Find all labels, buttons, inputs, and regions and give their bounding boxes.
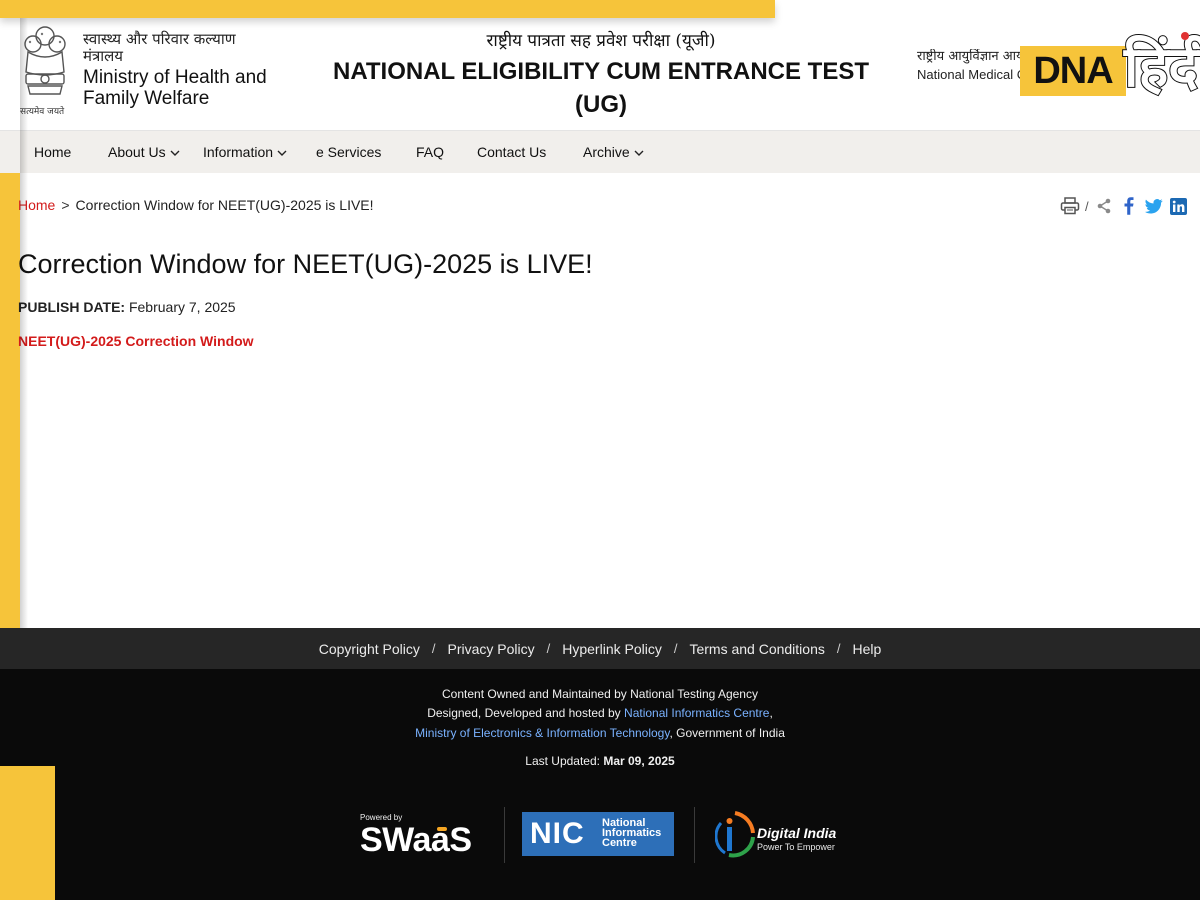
site-footer: Content Owned and Maintained by National… xyxy=(0,669,1200,900)
chevron-down-icon xyxy=(634,150,644,157)
nav-item-e-services[interactable]: e Services xyxy=(316,131,381,173)
frame-left-shadow xyxy=(20,18,28,628)
last-updated-value: Mar 09, 2025 xyxy=(603,754,675,768)
footer-link-help[interactable]: Help xyxy=(853,641,882,657)
share-icon[interactable] xyxy=(1094,196,1114,216)
digital-india-icon xyxy=(715,811,755,858)
footer-link-separator: / xyxy=(546,641,551,656)
breadcrumb-separator: > xyxy=(61,197,70,213)
ministry-name-english: Ministry of Health and Family Welfare xyxy=(83,67,267,109)
footer-link-separator: / xyxy=(836,641,841,656)
nmc-name-english: National Medical Commission xyxy=(917,67,1027,82)
frame-bottom-strip xyxy=(0,766,55,900)
digital-india-logo[interactable]: Digital India Power To Empower xyxy=(715,811,840,859)
swaas-name: SWaaS xyxy=(360,821,472,859)
footer-link-copyright-policy[interactable]: Copyright Policy xyxy=(319,641,420,657)
logo-divider xyxy=(694,807,695,863)
nav-label: About Us xyxy=(108,144,166,160)
nav-label: e Services xyxy=(316,144,382,160)
dna-box: DNA xyxy=(1020,46,1126,96)
digital-india-tagline: Power To Empower xyxy=(757,842,835,852)
nav-item-home[interactable]: Home xyxy=(34,131,71,173)
footer-link-hyperlink-policy[interactable]: Hyperlink Policy xyxy=(562,641,662,657)
share-toolbar: / xyxy=(1060,195,1189,217)
footer-ministry-line: Ministry of Electronics & Information Te… xyxy=(0,726,1200,740)
print-icon[interactable] xyxy=(1060,196,1080,216)
footer-link-terms-and-conditions[interactable]: Terms and Conditions xyxy=(689,641,824,657)
nav-item-archive[interactable]: Archive xyxy=(583,131,644,173)
nav-item-contact-us[interactable]: Contact Us xyxy=(477,131,546,173)
footer-government: , Government of India xyxy=(669,726,785,740)
nic-letters: NIC xyxy=(530,817,585,850)
footer-links: Copyright Policy / Privacy Policy / Hype… xyxy=(319,628,882,669)
twitter-icon[interactable] xyxy=(1144,196,1164,216)
publish-date-label: PUBLISH DATE: xyxy=(18,299,126,315)
share-separator: / xyxy=(1085,198,1089,214)
digital-india-name: Digital India xyxy=(757,825,837,841)
nav-label: Archive xyxy=(583,144,630,160)
last-updated-label: Last Updated: xyxy=(525,754,600,768)
frame-top-strip xyxy=(0,0,775,18)
nic-logo[interactable]: NIC National Informatics Centre xyxy=(522,812,674,856)
swaas-logo[interactable]: Powered by SWaaS xyxy=(360,813,485,861)
exam-title-english: NATIONAL ELIGIBILITY CUM ENTRANCE TEST (… xyxy=(332,58,869,118)
footer-link-separator: / xyxy=(673,641,678,656)
footer-meity-link[interactable]: Ministry of Electronics & Information Te… xyxy=(415,726,669,740)
footer-comma: , xyxy=(769,706,773,720)
footer-nic-link[interactable]: National Informatics Centre xyxy=(624,706,769,720)
ministry-name[interactable]: स्वास्थ्य और परिवार कल्याण मंत्रालय Mini… xyxy=(83,30,303,110)
nic-caption: National Informatics Centre xyxy=(602,817,662,849)
chevron-down-icon xyxy=(277,150,287,157)
footer-designed-prefix: Designed, Developed and hosted by xyxy=(427,706,621,720)
footer-designed-by: Designed, Developed and hosted by Nation… xyxy=(0,706,1200,720)
breadcrumb: Home > Correction Window for NEET(UG)-2025… xyxy=(18,197,374,213)
breadcrumb-current: Correction Window for NEET(UG)-2025 is L… xyxy=(75,197,374,213)
nav-item-faq[interactable]: FAQ xyxy=(416,131,444,173)
ministry-name-hindi: स्वास्थ्य और परिवार कल्याण मंत्रालय xyxy=(83,30,236,65)
nav-label: Home xyxy=(34,144,72,160)
nav-item-information[interactable]: Information xyxy=(203,131,287,173)
nav-label: Contact Us xyxy=(477,144,547,160)
swaas-accent-mark xyxy=(437,827,447,831)
logo-divider xyxy=(504,807,505,863)
dna-red-dot xyxy=(1181,32,1189,40)
footer-links-bar: Copyright Policy / Privacy Policy / Hype… xyxy=(0,628,1200,669)
dna-hindi-text: हिंदी xyxy=(1123,34,1200,101)
page-title: Correction Window for NEET(UG)-2025 is L… xyxy=(18,249,593,279)
nmc-name-hindi: राष्ट्रीय आयुर्विज्ञान आयोग xyxy=(917,49,1027,64)
nmc-logo[interactable]: राष्ट्रीय आयुर्विज्ञान आयोग National Med… xyxy=(917,49,1027,82)
linkedin-icon[interactable] xyxy=(1169,196,1189,216)
exam-title-hindi: राष्ट्रीय पात्रता सह प्रवेश परीक्षा (यूज… xyxy=(486,31,716,51)
nav-label: Information xyxy=(203,144,274,160)
footer-content-owner: Content Owned and Maintained by National… xyxy=(442,687,758,701)
publish-date-value: February 7, 2025 xyxy=(128,299,236,315)
footer-link-privacy-policy[interactable]: Privacy Policy xyxy=(447,641,534,657)
dna-hindi-watermark: DNA हिंदी xyxy=(1020,26,1200,116)
main-navigation: Home About Us Information e Services FAQ… xyxy=(0,131,1200,173)
dna-text: DNA xyxy=(1033,49,1113,92)
footer-link-separator: / xyxy=(431,641,436,656)
facebook-icon[interactable] xyxy=(1119,196,1139,216)
nav-label: FAQ xyxy=(416,144,445,160)
chevron-down-icon xyxy=(170,150,180,157)
correction-window-link[interactable]: NEET(UG)-2025 Correction Window xyxy=(18,333,254,349)
footer-last-updated: Last Updated: Mar 09, 2025 xyxy=(0,754,1200,768)
nav-item-about-us[interactable]: About Us xyxy=(108,131,180,173)
publish-date: PUBLISH DATE: February 7, 2025 xyxy=(18,299,236,315)
